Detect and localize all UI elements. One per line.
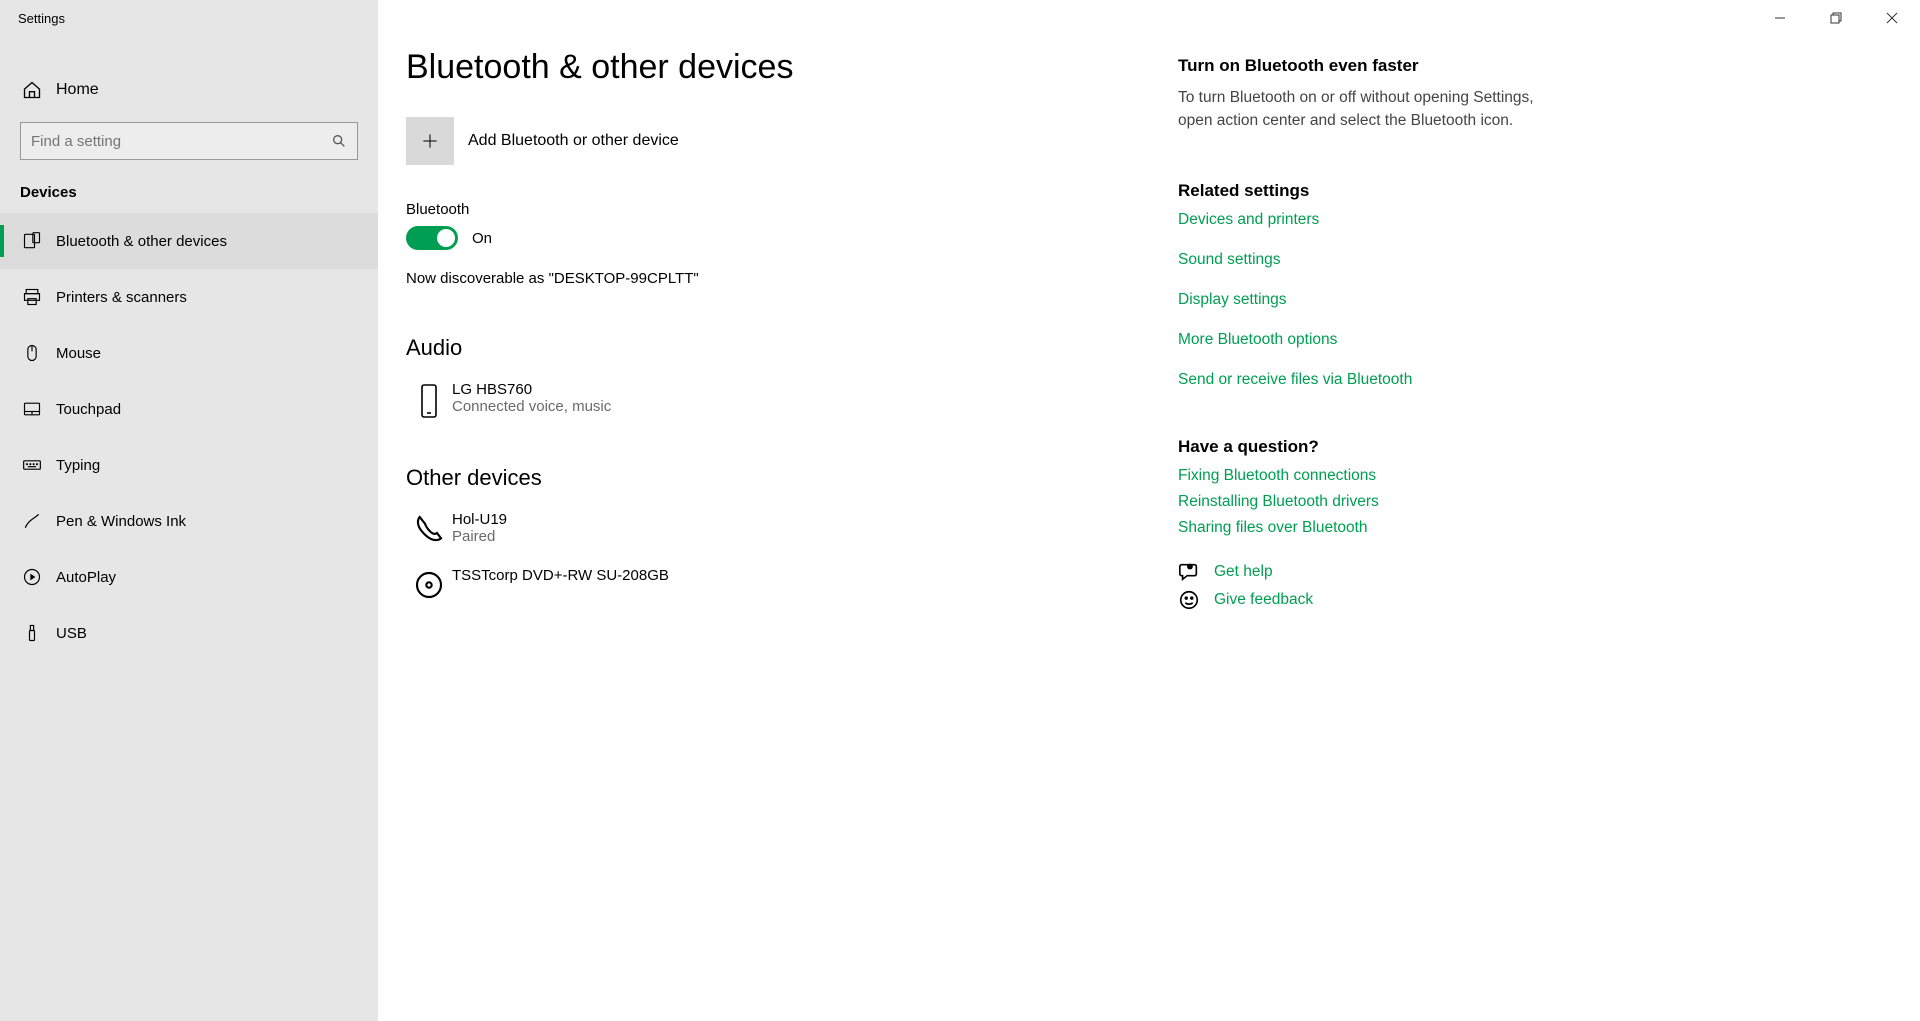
- sidebar-item-printers[interactable]: Printers & scanners: [0, 269, 378, 325]
- tip-title: Turn on Bluetooth even faster: [1178, 56, 1558, 76]
- sidebar-item-label: Bluetooth & other devices: [56, 233, 227, 250]
- content: Bluetooth & other devices Add Bluetooth …: [378, 0, 1178, 1021]
- maximize-button[interactable]: [1808, 0, 1864, 36]
- give-feedback-label: Give feedback: [1214, 591, 1313, 609]
- device-name: TSSTcorp DVD+-RW SU-208GB: [452, 567, 669, 584]
- window-controls: [1752, 0, 1920, 36]
- related-link[interactable]: Display settings: [1178, 291, 1558, 309]
- home-label: Home: [56, 81, 99, 99]
- bluetooth-toggle[interactable]: [406, 226, 458, 250]
- sidebar-item-label: Printers & scanners: [56, 289, 187, 306]
- sidebar-section-label: Devices: [0, 160, 378, 213]
- sidebar-item-label: Mouse: [56, 345, 101, 362]
- related-link[interactable]: Devices and printers: [1178, 211, 1558, 229]
- sidebar-item-mouse[interactable]: Mouse: [0, 325, 378, 381]
- touchpad-icon: [22, 399, 56, 419]
- sidebar-item-typing[interactable]: Typing: [0, 437, 378, 493]
- sidebar-item-autoplay[interactable]: AutoPlay: [0, 549, 378, 605]
- related-link[interactable]: More Bluetooth options: [1178, 331, 1558, 349]
- bluetooth-label: Bluetooth: [406, 201, 1150, 218]
- main-area: Bluetooth & other devices Add Bluetooth …: [378, 0, 1920, 1021]
- page-title: Bluetooth & other devices: [406, 48, 1150, 87]
- home-icon: [22, 80, 56, 100]
- sidebar: Settings Home Devices Bluetooth & oth: [0, 0, 378, 1021]
- autoplay-icon: [22, 567, 56, 587]
- search-input-wrap[interactable]: [20, 122, 358, 160]
- question-link[interactable]: Fixing Bluetooth connections: [1178, 467, 1558, 485]
- related-link[interactable]: Sound settings: [1178, 251, 1558, 269]
- sidebar-item-label: Typing: [56, 457, 100, 474]
- sidebar-item-usb[interactable]: USB: [0, 605, 378, 661]
- bluetooth-icon: [22, 231, 56, 251]
- aside: Turn on Bluetooth even faster To turn Bl…: [1178, 0, 1598, 1021]
- window-title: Settings: [18, 11, 65, 26]
- plus-icon: [406, 117, 454, 165]
- phone-device-icon: [406, 381, 452, 419]
- minimize-button[interactable]: [1752, 0, 1808, 36]
- chat-icon: [1178, 561, 1214, 583]
- search-icon: [331, 133, 347, 149]
- titlebar: Settings: [0, 0, 378, 36]
- device-name: Hol-U19: [452, 511, 507, 528]
- keyboard-icon: [22, 455, 56, 475]
- related-title: Related settings: [1178, 181, 1558, 201]
- add-device-label: Add Bluetooth or other device: [468, 132, 679, 150]
- add-device-button[interactable]: Add Bluetooth or other device: [406, 117, 1150, 165]
- tip-body: To turn Bluetooth on or off without open…: [1178, 86, 1558, 133]
- sidebar-item-bluetooth[interactable]: Bluetooth & other devices: [0, 213, 378, 269]
- device-status: Paired: [452, 528, 507, 545]
- sidebar-item-pen[interactable]: Pen & Windows Ink: [0, 493, 378, 549]
- printer-icon: [22, 287, 56, 307]
- other-device-row[interactable]: Hol-U19 Paired: [406, 507, 1150, 563]
- sidebar-item-label: Touchpad: [56, 401, 121, 418]
- other-device-row[interactable]: TSSTcorp DVD+-RW SU-208GB: [406, 563, 1150, 619]
- disc-icon: [406, 567, 452, 601]
- get-help-label: Get help: [1214, 563, 1273, 581]
- question-link[interactable]: Reinstalling Bluetooth drivers: [1178, 493, 1558, 511]
- pen-icon: [22, 511, 56, 531]
- usb-icon: [22, 623, 56, 643]
- sidebar-nav: Bluetooth & other devices Printers & sca…: [0, 213, 378, 661]
- related-link[interactable]: Send or receive files via Bluetooth: [1178, 371, 1558, 389]
- mouse-icon: [22, 343, 56, 363]
- feedback-icon: [1178, 589, 1214, 611]
- question-title: Have a question?: [1178, 437, 1558, 457]
- sidebar-item-touchpad[interactable]: Touchpad: [0, 381, 378, 437]
- get-help-link[interactable]: Get help: [1178, 561, 1558, 583]
- question-link[interactable]: Sharing files over Bluetooth: [1178, 519, 1558, 537]
- audio-group-title: Audio: [406, 335, 1150, 361]
- give-feedback-link[interactable]: Give feedback: [1178, 589, 1558, 611]
- home-button[interactable]: Home: [0, 66, 378, 114]
- device-status: Connected voice, music: [452, 398, 611, 415]
- discoverable-text: Now discoverable as "DESKTOP-99CPLTT": [406, 270, 1150, 287]
- sidebar-item-label: AutoPlay: [56, 569, 116, 586]
- sidebar-item-label: Pen & Windows Ink: [56, 513, 186, 530]
- sidebar-item-label: USB: [56, 625, 87, 642]
- device-name: LG HBS760: [452, 381, 611, 398]
- other-group-title: Other devices: [406, 465, 1150, 491]
- search-input[interactable]: [31, 133, 331, 150]
- phone-handset-icon: [406, 511, 452, 545]
- audio-device-row[interactable]: LG HBS760 Connected voice, music: [406, 377, 1150, 437]
- close-button[interactable]: [1864, 0, 1920, 36]
- bluetooth-state: On: [472, 230, 492, 247]
